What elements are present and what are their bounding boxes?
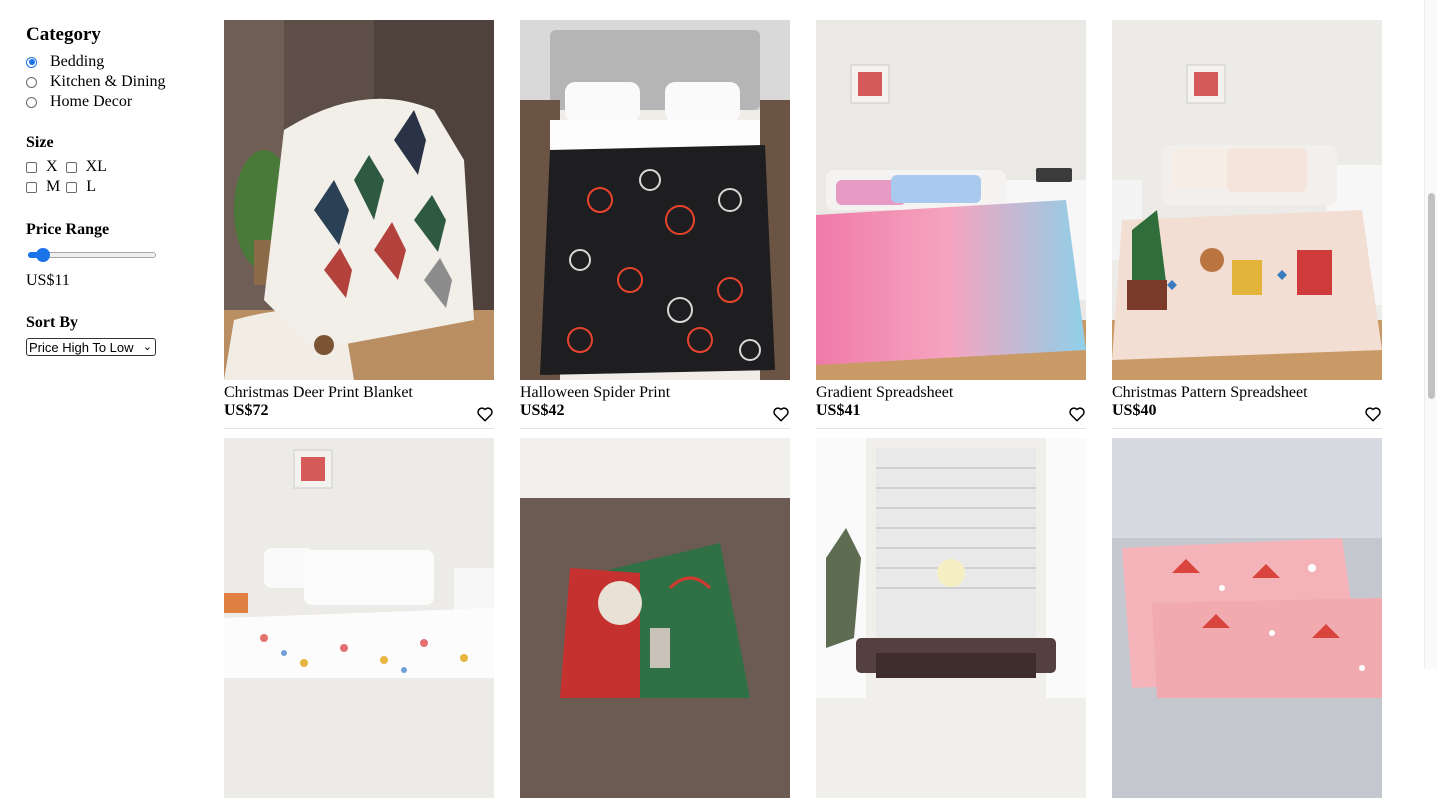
- product-info: Christmas Deer Print Blanket US$72: [224, 380, 494, 429]
- product-price: US$42: [520, 402, 565, 419]
- sort-selected-value: Price High To Low: [29, 339, 134, 355]
- product-info: Halloween Spider Print US$42: [520, 380, 790, 429]
- product-card[interactable]: [1112, 438, 1382, 798]
- page-scrollbar[interactable]: [1424, 0, 1437, 669]
- product-name[interactable]: Halloween Spider Print: [520, 380, 790, 402]
- product-image-gradient[interactable]: [816, 20, 1086, 380]
- size-checkbox-x[interactable]: [26, 161, 37, 173]
- product-name[interactable]: Christmas Deer Print Blanket: [224, 380, 494, 402]
- heart-icon[interactable]: [1364, 405, 1382, 423]
- product-name[interactable]: Gradient Spreadsheet: [816, 380, 1086, 402]
- sort-heading: Sort By: [26, 314, 78, 331]
- product-image-christmas-pattern[interactable]: [1112, 20, 1382, 380]
- product-price: US$40: [1112, 402, 1157, 419]
- category-option-kitchen-dining[interactable]: Kitchen & Dining: [26, 72, 206, 92]
- size-label-l: L: [86, 178, 97, 195]
- size-row-1: X XL: [26, 157, 206, 177]
- product-info: Gradient Spreadsheet US$41: [816, 380, 1086, 429]
- category-radio-kitchen-dining[interactable]: [26, 76, 37, 88]
- size-label-m: M: [46, 178, 61, 195]
- product-card[interactable]: [816, 438, 1086, 798]
- product-image-santa-blanket[interactable]: [520, 438, 790, 798]
- category-label: Bedding: [50, 53, 105, 70]
- heart-icon[interactable]: [476, 405, 494, 423]
- category-label: Kitchen & Dining: [50, 73, 166, 90]
- filter-sidebar: Category Bedding Kitchen & Dining Home D…: [26, 24, 206, 356]
- product-card[interactable]: Halloween Spider Print US$42: [520, 20, 790, 429]
- category-radio-bedding[interactable]: [26, 56, 37, 68]
- category-heading: Category: [26, 24, 101, 45]
- category-option-home-decor[interactable]: Home Decor: [26, 92, 206, 112]
- sort-select[interactable]: Price High To Low ⌄: [26, 338, 156, 356]
- product-image-window-christmas-bed[interactable]: [816, 438, 1086, 798]
- product-card[interactable]: Christmas Pattern Spreadsheet US$40: [1112, 20, 1382, 429]
- product-card[interactable]: [520, 438, 790, 798]
- size-checkbox-xl[interactable]: [65, 161, 77, 173]
- product-card[interactable]: Christmas Deer Print Blanket US$72: [224, 20, 494, 429]
- product-price: US$72: [224, 402, 269, 419]
- heart-icon[interactable]: [1068, 405, 1086, 423]
- heart-icon[interactable]: [772, 405, 790, 423]
- size-label-x: X: [46, 158, 58, 175]
- product-card[interactable]: [224, 438, 494, 798]
- category-option-bedding[interactable]: Bedding: [26, 52, 206, 72]
- category-label: Home Decor: [50, 93, 133, 110]
- size-row-2: M L: [26, 177, 206, 197]
- category-radio-home-decor[interactable]: [26, 96, 37, 108]
- size-heading: Size: [26, 134, 54, 151]
- slider-thumb[interactable]: [35, 248, 50, 262]
- product-card[interactable]: Gradient Spreadsheet US$41: [816, 20, 1086, 429]
- size-checkbox-l[interactable]: [66, 181, 78, 193]
- price-heading: Price Range: [26, 221, 110, 238]
- product-price: US$41: [816, 402, 861, 419]
- product-image-star-print[interactable]: [224, 438, 494, 798]
- product-info: Christmas Pattern Spreadsheet US$40: [1112, 380, 1382, 429]
- chevron-down-icon: ⌄: [142, 341, 152, 353]
- price-range-value: US$11: [26, 272, 70, 289]
- product-name[interactable]: Christmas Pattern Spreadsheet: [1112, 380, 1382, 402]
- price-range-slider[interactable]: [28, 247, 156, 263]
- size-checkbox-m[interactable]: [26, 181, 37, 193]
- product-image-deer-blanket[interactable]: [224, 20, 494, 380]
- product-image-spider-print[interactable]: [520, 20, 790, 380]
- scrollbar-thumb[interactable]: [1428, 193, 1435, 399]
- product-image-pink-santa-pillows[interactable]: [1112, 438, 1382, 798]
- size-label-xl: XL: [85, 158, 107, 175]
